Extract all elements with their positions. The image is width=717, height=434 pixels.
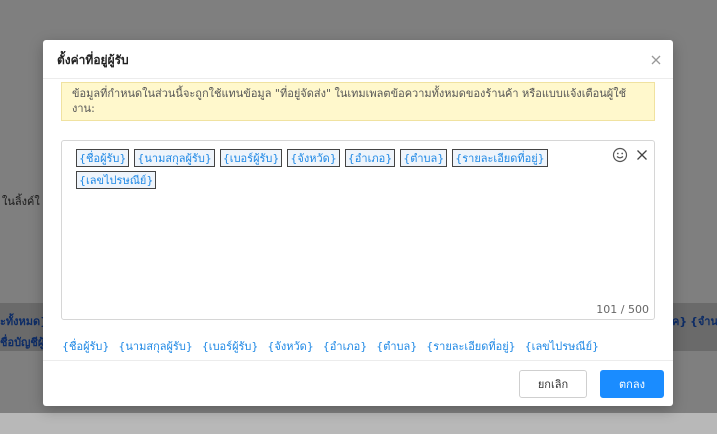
- cancel-button[interactable]: ยกเลิก: [519, 370, 587, 398]
- smiley-icon[interactable]: [612, 147, 628, 163]
- editor-tag[interactable]: {นามสกุลผู้รับ}: [134, 149, 215, 167]
- variable-link[interactable]: {ตำบล}: [376, 337, 417, 355]
- editor-tag[interactable]: {จังหวัด}: [287, 149, 340, 167]
- variable-link[interactable]: {นามสกุลผู้รับ}: [118, 337, 192, 355]
- editor-tag[interactable]: {อำเภอ}: [344, 149, 396, 167]
- dialog-header: ตั้งค่าที่อยู่ผู้รับ: [43, 40, 673, 79]
- editor-tag[interactable]: {ชื่อผู้รับ}: [76, 149, 130, 167]
- background-text: ในลิ้งค์ใ: [2, 195, 40, 208]
- variable-link[interactable]: {เบอร์ผู้รับ}: [202, 337, 259, 355]
- variable-link[interactable]: {จังหวัด}: [267, 337, 313, 355]
- background-footer: [0, 413, 717, 434]
- variable-link[interactable]: {อำเภอ}: [323, 337, 367, 355]
- editor-tag[interactable]: {รายละเอียดที่อยู่}: [452, 149, 548, 167]
- clear-icon[interactable]: [634, 147, 650, 163]
- variable-link[interactable]: {ชื่อผู้รับ}: [62, 337, 109, 355]
- dialog-title: ตั้งค่าที่อยู่ผู้รับ: [57, 53, 129, 67]
- close-icon[interactable]: [649, 52, 663, 66]
- ok-button[interactable]: ตกลง: [600, 370, 664, 398]
- variable-link[interactable]: {รายละเอียดที่อยู่}: [426, 337, 515, 355]
- editor-tag[interactable]: {เบอร์ผู้รับ}: [219, 149, 283, 167]
- character-counter: 101 / 500: [596, 303, 649, 316]
- recipient-address-dialog: ตั้งค่าที่อยู่ผู้รับ ข้อมูลที่กำหนดในส่ว…: [43, 40, 673, 406]
- editor-content[interactable]: {ชื่อผู้รับ} {นามสกุลผู้รับ} {เบอร์ผู้รั…: [76, 149, 586, 189]
- background-strip-text: ะทั้งหมด}: [0, 315, 49, 328]
- background-strip-text: {จำน: [690, 315, 717, 328]
- background-strip-text: ค}: [672, 315, 688, 328]
- variable-link[interactable]: {เลขไปรษณีย์}: [525, 337, 599, 355]
- notice-banner: ข้อมูลที่กำหนดในส่วนนี้จะถูกใช้แทนข้อมูล…: [61, 82, 655, 121]
- editor-tag[interactable]: {เลขไปรษณีย์}: [76, 171, 157, 189]
- background-strip-text: ชื่อบัญชีผู้: [0, 336, 45, 349]
- dialog-footer: ยกเลิก ตกลง: [43, 360, 673, 406]
- variable-links: {ชื่อผู้รับ} {นามสกุลผู้รับ} {เบอร์ผู้รั…: [62, 337, 599, 355]
- address-template-editor[interactable]: {ชื่อผู้รับ} {นามสกุลผู้รับ} {เบอร์ผู้รั…: [61, 140, 655, 320]
- editor-tag[interactable]: {ตำบล}: [400, 149, 448, 167]
